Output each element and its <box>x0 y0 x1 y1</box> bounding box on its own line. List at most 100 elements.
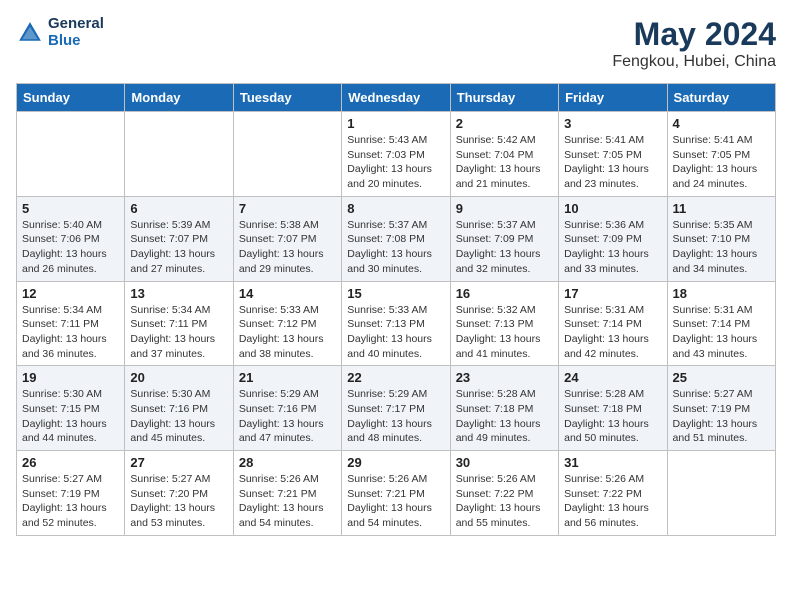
weekday-header-wednesday: Wednesday <box>342 84 450 112</box>
day-info: Sunrise: 5:40 AM Sunset: 7:06 PM Dayligh… <box>22 218 119 277</box>
calendar-cell: 7 Sunrise: 5:38 AM Sunset: 7:07 PM Daylig… <box>233 196 341 281</box>
day-number: 2 <box>456 116 553 131</box>
calendar-cell: 2Sunrise: 5:42 AM Sunset: 7:04 PM Daylig… <box>450 112 558 197</box>
logo-icon <box>16 19 44 47</box>
calendar-cell: 4 Sunrise: 5:41 AM Sunset: 7:05 PM Daylig… <box>667 112 775 197</box>
day-info: Sunrise: 5:43 AM Sunset: 7:03 PM Dayligh… <box>347 133 444 192</box>
calendar-cell: 22 Sunrise: 5:29 AM Sunset: 7:17 PM Dayli… <box>342 366 450 451</box>
day-number: 31 <box>564 455 661 470</box>
day-number: 25 <box>673 370 770 385</box>
day-number: 16 <box>456 286 553 301</box>
day-number: 24 <box>564 370 661 385</box>
day-number: 20 <box>130 370 227 385</box>
weekday-header-friday: Friday <box>559 84 667 112</box>
calendar-week-row: 12 Sunrise: 5:34 AM Sunset: 7:11 PM Dayli… <box>17 281 776 366</box>
calendar-cell: 21 Sunrise: 5:29 AM Sunset: 7:16 PM Dayli… <box>233 366 341 451</box>
day-info: Sunrise: 5:29 AM Sunset: 7:16 PM Dayligh… <box>239 387 336 446</box>
month-title: May 2024 <box>612 16 776 53</box>
day-number: 10 <box>564 201 661 216</box>
location: Fengkou, Hubei, China <box>612 53 776 71</box>
day-info: Sunrise: 5:28 AM Sunset: 7:18 PM Dayligh… <box>564 387 661 446</box>
calendar-cell: 9Sunrise: 5:37 AM Sunset: 7:09 PM Daylig… <box>450 196 558 281</box>
day-number: 3 <box>564 116 661 131</box>
calendar-cell: 8 Sunrise: 5:37 AM Sunset: 7:08 PM Daylig… <box>342 196 450 281</box>
weekday-header-saturday: Saturday <box>667 84 775 112</box>
day-info: Sunrise: 5:41 AM Sunset: 7:05 PM Dayligh… <box>673 133 770 192</box>
calendar-cell: 28Sunrise: 5:26 AM Sunset: 7:21 PM Dayli… <box>233 451 341 536</box>
weekday-header-thursday: Thursday <box>450 84 558 112</box>
day-info: Sunrise: 5:37 AM Sunset: 7:09 PM Dayligh… <box>456 218 553 277</box>
calendar-cell: 25Sunrise: 5:27 AM Sunset: 7:19 PM Dayli… <box>667 366 775 451</box>
day-number: 13 <box>130 286 227 301</box>
calendar-cell: 10 Sunrise: 5:36 AM Sunset: 7:09 PM Dayli… <box>559 196 667 281</box>
day-info: Sunrise: 5:26 AM Sunset: 7:22 PM Dayligh… <box>564 472 661 531</box>
day-info: Sunrise: 5:30 AM Sunset: 7:15 PM Dayligh… <box>22 387 119 446</box>
calendar-cell: 18 Sunrise: 5:31 AM Sunset: 7:14 PM Dayli… <box>667 281 775 366</box>
day-number: 14 <box>239 286 336 301</box>
day-number: 15 <box>347 286 444 301</box>
calendar-cell: 26 Sunrise: 5:27 AM Sunset: 7:19 PM Dayli… <box>17 451 125 536</box>
calendar-week-row: 1 Sunrise: 5:43 AM Sunset: 7:03 PM Daylig… <box>17 112 776 197</box>
day-info: Sunrise: 5:38 AM Sunset: 7:07 PM Dayligh… <box>239 218 336 277</box>
day-info: Sunrise: 5:41 AM Sunset: 7:05 PM Dayligh… <box>564 133 661 192</box>
weekday-header-tuesday: Tuesday <box>233 84 341 112</box>
day-info: Sunrise: 5:31 AM Sunset: 7:14 PM Dayligh… <box>564 303 661 362</box>
calendar: SundayMondayTuesdayWednesdayThursdayFrid… <box>16 83 776 536</box>
calendar-cell: 23 Sunrise: 5:28 AM Sunset: 7:18 PM Dayli… <box>450 366 558 451</box>
calendar-cell <box>125 112 233 197</box>
day-info: Sunrise: 5:27 AM Sunset: 7:19 PM Dayligh… <box>22 472 119 531</box>
day-number: 29 <box>347 455 444 470</box>
calendar-cell: 29Sunrise: 5:26 AM Sunset: 7:21 PM Dayli… <box>342 451 450 536</box>
day-info: Sunrise: 5:39 AM Sunset: 7:07 PM Dayligh… <box>130 218 227 277</box>
calendar-week-row: 26 Sunrise: 5:27 AM Sunset: 7:19 PM Dayli… <box>17 451 776 536</box>
calendar-cell: 14Sunrise: 5:33 AM Sunset: 7:12 PM Dayli… <box>233 281 341 366</box>
calendar-week-row: 5Sunrise: 5:40 AM Sunset: 7:06 PM Daylig… <box>17 196 776 281</box>
day-info: Sunrise: 5:35 AM Sunset: 7:10 PM Dayligh… <box>673 218 770 277</box>
day-number: 27 <box>130 455 227 470</box>
day-number: 4 <box>673 116 770 131</box>
day-info: Sunrise: 5:34 AM Sunset: 7:11 PM Dayligh… <box>130 303 227 362</box>
day-number: 26 <box>22 455 119 470</box>
calendar-cell: 13 Sunrise: 5:34 AM Sunset: 7:11 PM Dayli… <box>125 281 233 366</box>
calendar-cell: 24 Sunrise: 5:28 AM Sunset: 7:18 PM Dayli… <box>559 366 667 451</box>
day-info: Sunrise: 5:32 AM Sunset: 7:13 PM Dayligh… <box>456 303 553 362</box>
title-block: May 2024 Fengkou, Hubei, China <box>612 16 776 71</box>
calendar-cell: 30Sunrise: 5:26 AM Sunset: 7:22 PM Dayli… <box>450 451 558 536</box>
calendar-cell: 16 Sunrise: 5:32 AM Sunset: 7:13 PM Dayli… <box>450 281 558 366</box>
calendar-cell <box>17 112 125 197</box>
calendar-cell <box>233 112 341 197</box>
day-number: 30 <box>456 455 553 470</box>
day-number: 23 <box>456 370 553 385</box>
calendar-cell: 27Sunrise: 5:27 AM Sunset: 7:20 PM Dayli… <box>125 451 233 536</box>
day-number: 12 <box>22 286 119 301</box>
calendar-cell: 11 Sunrise: 5:35 AM Sunset: 7:10 PM Dayli… <box>667 196 775 281</box>
logo: General Blue <box>16 16 104 49</box>
calendar-cell: 12Sunrise: 5:34 AM Sunset: 7:11 PM Dayli… <box>17 281 125 366</box>
day-number: 21 <box>239 370 336 385</box>
calendar-cell: 19 Sunrise: 5:30 AM Sunset: 7:15 PM Dayli… <box>17 366 125 451</box>
day-number: 22 <box>347 370 444 385</box>
weekday-header-monday: Monday <box>125 84 233 112</box>
day-number: 1 <box>347 116 444 131</box>
day-info: Sunrise: 5:28 AM Sunset: 7:18 PM Dayligh… <box>456 387 553 446</box>
calendar-cell: 15 Sunrise: 5:33 AM Sunset: 7:13 PM Dayli… <box>342 281 450 366</box>
day-info: Sunrise: 5:36 AM Sunset: 7:09 PM Dayligh… <box>564 218 661 277</box>
day-number: 18 <box>673 286 770 301</box>
day-number: 11 <box>673 201 770 216</box>
day-info: Sunrise: 5:33 AM Sunset: 7:13 PM Dayligh… <box>347 303 444 362</box>
weekday-header-row: SundayMondayTuesdayWednesdayThursdayFrid… <box>17 84 776 112</box>
calendar-cell: 5Sunrise: 5:40 AM Sunset: 7:06 PM Daylig… <box>17 196 125 281</box>
page-header: General Blue May 2024 Fengkou, Hubei, Ch… <box>16 16 776 71</box>
day-number: 19 <box>22 370 119 385</box>
day-number: 7 <box>239 201 336 216</box>
day-info: Sunrise: 5:31 AM Sunset: 7:14 PM Dayligh… <box>673 303 770 362</box>
calendar-cell: 17Sunrise: 5:31 AM Sunset: 7:14 PM Dayli… <box>559 281 667 366</box>
calendar-cell: 1 Sunrise: 5:43 AM Sunset: 7:03 PM Daylig… <box>342 112 450 197</box>
day-number: 28 <box>239 455 336 470</box>
day-info: Sunrise: 5:29 AM Sunset: 7:17 PM Dayligh… <box>347 387 444 446</box>
logo-text: General Blue <box>48 16 104 49</box>
day-number: 8 <box>347 201 444 216</box>
day-info: Sunrise: 5:37 AM Sunset: 7:08 PM Dayligh… <box>347 218 444 277</box>
day-number: 6 <box>130 201 227 216</box>
calendar-week-row: 19 Sunrise: 5:30 AM Sunset: 7:15 PM Dayli… <box>17 366 776 451</box>
